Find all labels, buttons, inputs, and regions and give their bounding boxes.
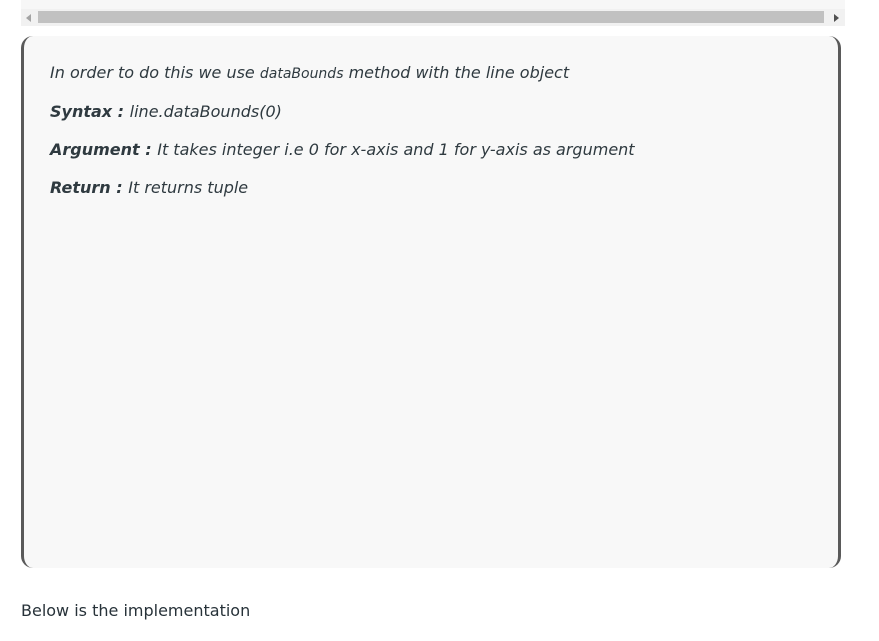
scrollbar-thumb[interactable] bbox=[38, 11, 824, 23]
return-label: Return : bbox=[50, 178, 129, 197]
return-line: Return : It returns tuple bbox=[50, 178, 838, 198]
intro-line: In order to do this we use dataBounds me… bbox=[50, 63, 838, 84]
intro-suffix: method with the line object bbox=[343, 63, 570, 82]
implementation-intro-text: Below is the implementation bbox=[21, 601, 251, 620]
scroll-left-arrow-icon[interactable] bbox=[21, 9, 37, 26]
horizontal-scrollbar[interactable] bbox=[21, 9, 845, 26]
argument-value: It takes integer i.e 0 for x-axis and 1 … bbox=[157, 140, 635, 159]
scroll-right-arrow-icon[interactable] bbox=[829, 9, 845, 26]
method-name-code: dataBounds bbox=[259, 66, 344, 82]
syntax-line: Syntax : line.dataBounds(0) bbox=[50, 102, 838, 122]
return-value: It returns tuple bbox=[128, 178, 249, 197]
argument-line: Argument : It takes integer i.e 0 for x-… bbox=[50, 140, 838, 160]
syntax-value: line.dataBounds(0) bbox=[129, 102, 282, 121]
syntax-label: Syntax : bbox=[50, 102, 130, 121]
argument-label: Argument : bbox=[50, 140, 158, 159]
intro-prefix: In order to do this we use bbox=[50, 63, 260, 82]
note-blockquote: In order to do this we use dataBounds me… bbox=[21, 36, 841, 568]
scroll-area-top bbox=[21, 0, 845, 9]
